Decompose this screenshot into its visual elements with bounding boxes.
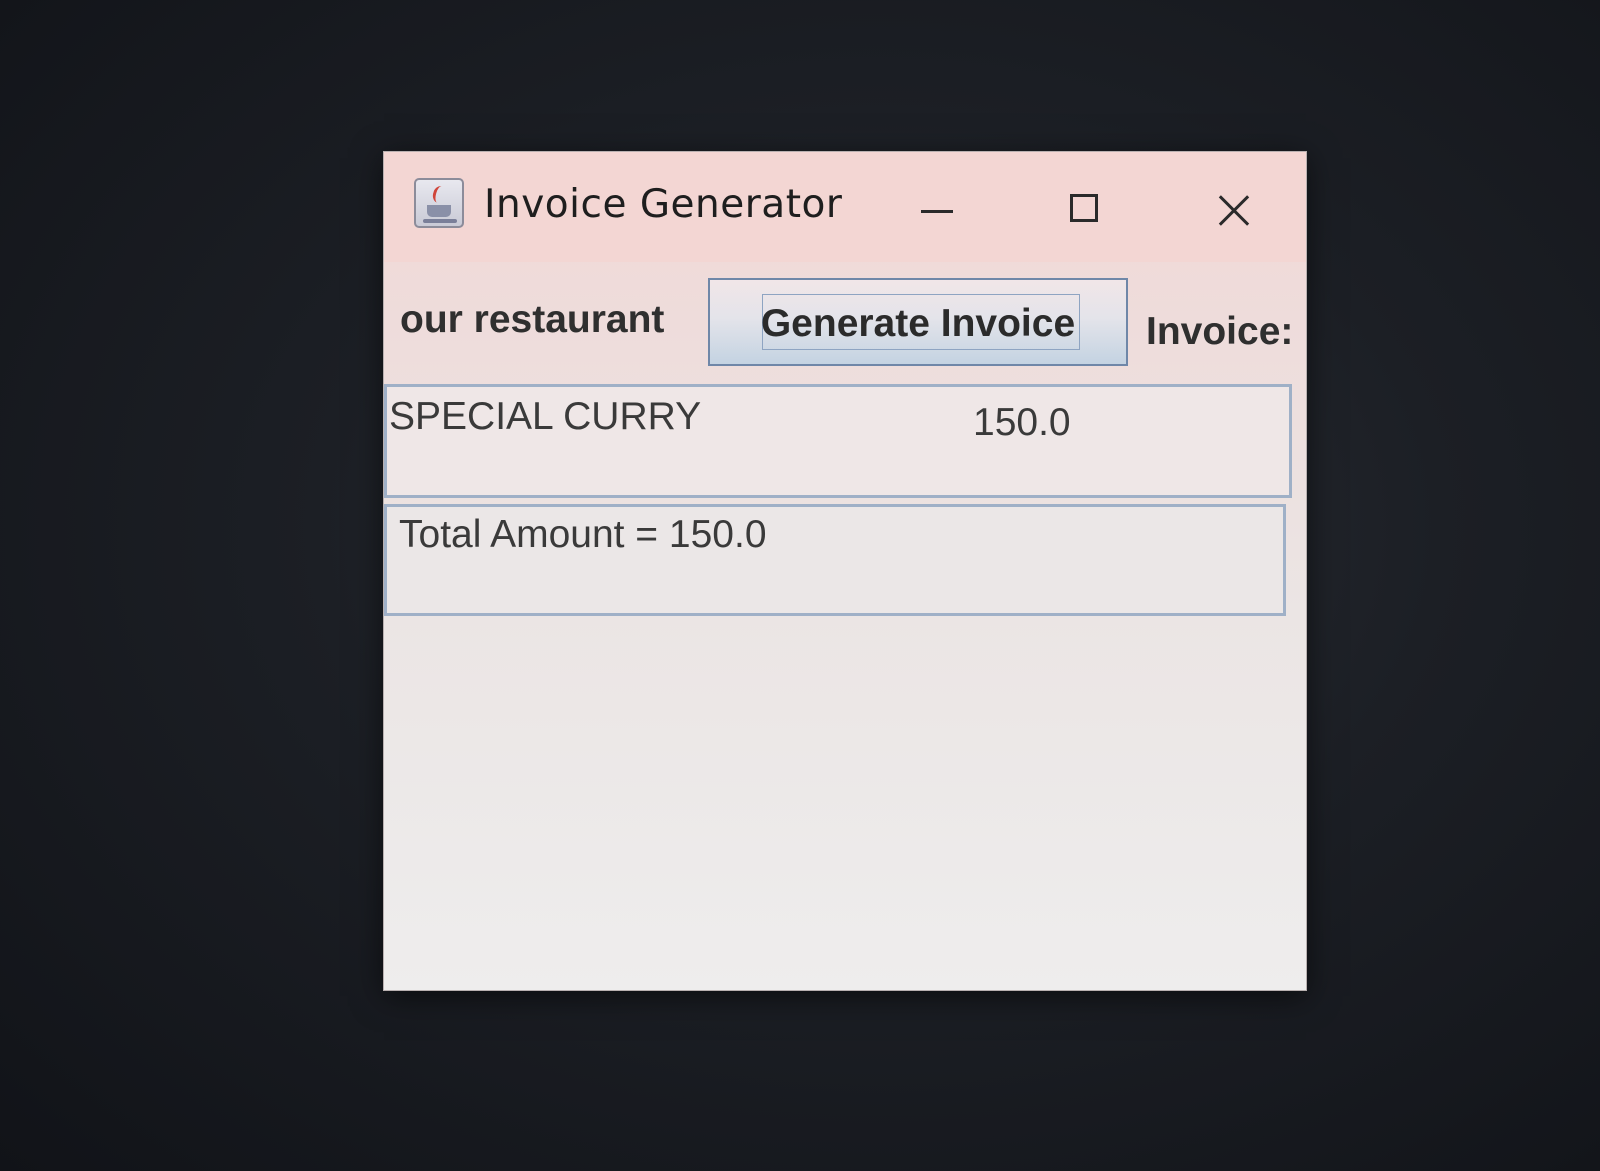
item-price: 150.0 xyxy=(973,401,1071,444)
total-amount-area[interactable]: Total Amount = 150.0 xyxy=(384,504,1286,616)
maximize-icon[interactable] xyxy=(1054,182,1114,242)
invoice-generator-window: Invoice Generator our restaurant Generat… xyxy=(384,152,1306,990)
title-bar[interactable]: Invoice Generator xyxy=(384,152,1306,262)
generate-invoice-button[interactable]: Generate Invoice xyxy=(708,278,1128,366)
generate-invoice-label: Generate Invoice xyxy=(760,302,1076,345)
invoice-label: Invoice: xyxy=(1146,310,1294,353)
item-name: SPECIAL CURRY xyxy=(389,395,702,438)
close-icon[interactable] xyxy=(1204,182,1264,242)
java-cup-icon xyxy=(414,178,464,228)
total-amount-text: Total Amount = 150.0 xyxy=(399,513,767,556)
window-title: Invoice Generator xyxy=(484,182,843,227)
restaurant-label: our restaurant xyxy=(400,298,665,341)
invoice-items-area[interactable]: SPECIAL CURRY 150.0 xyxy=(384,384,1292,498)
minimize-icon[interactable] xyxy=(906,182,966,242)
